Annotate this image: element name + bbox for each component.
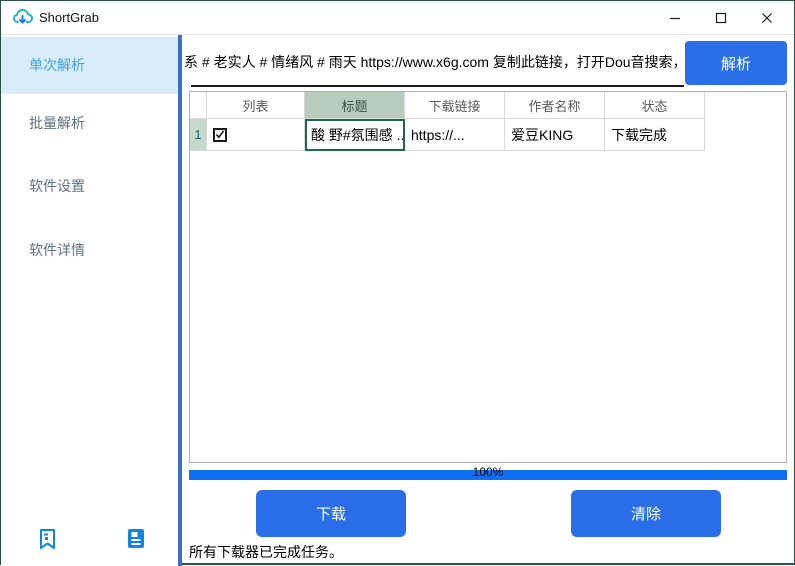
sidebar-item-details[interactable]: 软件详情	[1, 228, 178, 272]
sidebar: 单次解析 批量解析 软件设置 软件详情	[1, 35, 182, 566]
sidebar-footer	[1, 528, 178, 558]
title-cell[interactable]: 酸 野#氛围感 ...	[305, 119, 405, 151]
link-cell[interactable]: https://...	[405, 119, 505, 151]
sidebar-divider	[178, 35, 182, 566]
link-input[interactable]: 系 # 老实人 # 情绪风 # 雨天 https://www.x6g.com 复…	[184, 52, 684, 72]
close-button[interactable]	[744, 1, 790, 35]
download-button[interactable]: 下载	[256, 490, 406, 537]
column-header-title[interactable]: 标题	[305, 92, 405, 119]
status-cell[interactable]: 下载完成	[605, 119, 705, 151]
sidebar-item-single-parse[interactable]: 单次解析	[1, 37, 178, 94]
list-cell	[207, 119, 305, 151]
author-cell[interactable]: 爱豆KING	[505, 119, 605, 151]
results-table: 列表 标题 下载链接 作者名称 状态 1 酸 野#氛围感 ... https:/…	[189, 91, 787, 463]
title-bar: ShortGrab	[1, 1, 794, 35]
minimize-button[interactable]	[652, 1, 698, 35]
parse-button[interactable]: 解析	[685, 41, 787, 85]
column-header-list[interactable]: 列表	[207, 92, 305, 119]
row-number[interactable]: 1	[190, 119, 207, 151]
window-controls	[652, 1, 790, 35]
sidebar-item-batch-parse[interactable]: 批量解析	[1, 101, 178, 145]
column-header-author[interactable]: 作者名称	[505, 92, 605, 119]
progress-percent: 100%	[189, 465, 787, 479]
status-message: 所有下载器已完成任务。	[189, 542, 343, 562]
table-row: 1 酸 野#氛围感 ... https://... 爱豆KING 下载完成	[190, 119, 705, 151]
document-icon[interactable]	[127, 528, 145, 554]
bookmark-icon[interactable]	[39, 528, 56, 555]
maximize-button[interactable]	[698, 1, 744, 35]
sidebar-item-settings[interactable]: 软件设置	[1, 164, 178, 208]
link-input-underline	[191, 85, 684, 87]
clear-button[interactable]: 清除	[571, 490, 721, 537]
column-header-link[interactable]: 下载链接	[405, 92, 505, 119]
table-header-row: 列表 标题 下载链接 作者名称 状态	[190, 92, 705, 119]
row-checkbox[interactable]	[213, 128, 227, 142]
window-title: ShortGrab	[39, 1, 99, 35]
app-logo-cloud-download-icon	[12, 7, 34, 29]
column-header-status[interactable]: 状态	[605, 92, 705, 119]
table-corner-cell[interactable]	[190, 92, 207, 119]
